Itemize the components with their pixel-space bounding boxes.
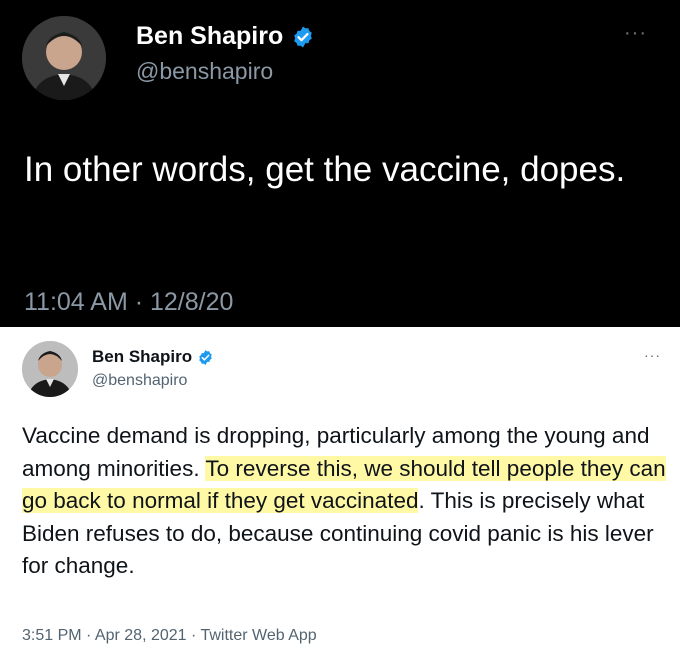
tweet-text: Vaccine demand is dropping, particularly… xyxy=(22,420,667,583)
tweet-light: Ben Shapiro @benshapiro ··· Vaccine dema… xyxy=(0,327,680,662)
author-name-text[interactable]: Ben Shapiro xyxy=(136,22,283,51)
tweet-timestamp[interactable]: 11:04 AM · 12/8/20 xyxy=(24,288,233,317)
avatar[interactable] xyxy=(22,16,106,100)
author-handle[interactable]: @benshapiro xyxy=(92,372,187,390)
tweet-timestamp[interactable]: 3:51 PM · Apr 28, 2021 · Twitter Web App xyxy=(22,627,317,645)
author-name[interactable]: Ben Shapiro xyxy=(136,22,315,51)
verified-badge-icon xyxy=(197,349,214,366)
author-name-text[interactable]: Ben Shapiro xyxy=(92,347,192,367)
more-options-icon[interactable]: ··· xyxy=(624,22,647,45)
tweet-text: In other words, get the vaccine, dopes. xyxy=(24,150,626,189)
avatar[interactable] xyxy=(22,341,78,397)
verified-badge-icon xyxy=(291,25,315,49)
more-options-icon[interactable]: ··· xyxy=(644,347,661,363)
author-name[interactable]: Ben Shapiro xyxy=(92,347,214,367)
author-handle[interactable]: @benshapiro xyxy=(136,58,273,85)
tweet-dark: Ben Shapiro @benshapiro ··· In other wor… xyxy=(0,0,680,327)
